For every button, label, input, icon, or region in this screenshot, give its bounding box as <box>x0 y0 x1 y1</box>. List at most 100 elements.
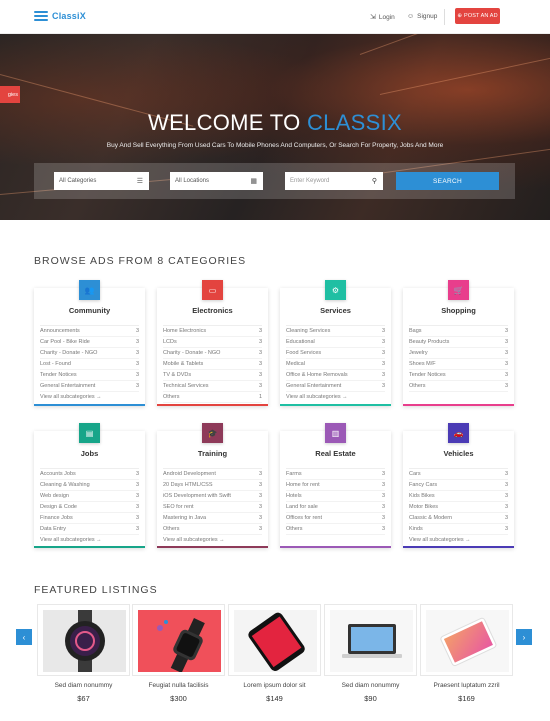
subcategory-item[interactable]: Cleaning & Washing 3 <box>40 480 139 491</box>
subcategory-item[interactable]: Kinds 3 <box>409 524 508 535</box>
featured-listing-card[interactable] <box>420 604 513 676</box>
subcategory-item[interactable]: Web design 3 <box>40 491 139 502</box>
subcategory-item[interactable]: Kids Bikes 3 <box>409 491 508 502</box>
category-card-real-estate[interactable]: ▥ Real Estate Farms 3 Home for rent 3 Hotels 3 L… <box>280 423 391 548</box>
subcategory-item[interactable]: Finance Jobs 3 <box>40 513 139 524</box>
listing-name[interactable]: Feugiat nulla facilisis <box>132 682 225 689</box>
subcategory-item[interactable]: Data Entry 3 <box>40 524 139 535</box>
prev-arrow-button[interactable]: ‹ <box>16 629 32 645</box>
subcategory-item[interactable]: Mastering in Java 3 <box>163 513 262 524</box>
subcategory-item[interactable]: General Entertainment 3 <box>40 381 139 392</box>
subcategory-item[interactable]: Technical Services 3 <box>163 381 262 392</box>
subcategory-item[interactable]: iOS Development with Swift 3 <box>163 491 262 502</box>
category-select[interactable]: All Categories ☰ <box>54 172 149 190</box>
subcategory-item[interactable]: Cars 3 <box>409 469 508 480</box>
category-card-electronics[interactable]: ▭ Electronics Home Electronics 3 LCDs 3 Charit… <box>157 280 268 406</box>
subcategory-item[interactable]: General Entertainment 3 <box>286 381 385 392</box>
subcategory-item[interactable]: Others 3 <box>286 524 385 535</box>
subcategory-item[interactable]: Home for rent 3 <box>286 480 385 491</box>
subcategory-item[interactable]: Android Development 3 <box>163 469 262 480</box>
plus-circle-icon: ⊕ <box>457 13 463 19</box>
category-card-shopping[interactable]: 🛒 Shopping Bags 3 Beauty Products 3 Jewelry 3 Sh… <box>403 280 514 406</box>
subcategory-item[interactable]: Cleaning Services 3 <box>286 326 385 337</box>
side-tab[interactable]: gies <box>0 86 20 103</box>
hero-subtitle: Buy And Sell Everything From Used Cars T… <box>106 142 444 149</box>
subcategory-item[interactable]: TV & DVDs 3 <box>163 370 262 381</box>
subcategory-item[interactable]: Accounts Jobs 3 <box>40 469 139 480</box>
subcategory-item[interactable]: Medical 3 <box>286 359 385 370</box>
subcategory-item[interactable]: Beauty Products 3 <box>409 337 508 348</box>
subcategory-label: Motor Bikes <box>409 504 439 510</box>
listing-name[interactable]: Sed diam nonummy <box>37 682 130 689</box>
listing-name[interactable]: Lorem ipsum dolor sit <box>228 682 321 689</box>
featured-listing-card[interactable] <box>228 604 321 676</box>
subcategory-item[interactable]: SEO for rent 3 <box>163 502 262 513</box>
category-card-services[interactable]: ⚙ Services Cleaning Services 3 Educational 3 F… <box>280 280 391 406</box>
featured-listing-card[interactable] <box>132 604 225 676</box>
subcategory-item[interactable]: Announcements 3 <box>40 326 139 337</box>
view-all-subcategories-link[interactable]: View all subcategories → <box>409 535 508 545</box>
keyword-input[interactable]: Enter Keyword ⚲ <box>285 172 383 190</box>
side-tab-label: gies <box>7 91 18 98</box>
view-all-subcategories-link[interactable]: View all subcategories → <box>40 392 139 402</box>
featured-listing-card[interactable] <box>37 604 130 676</box>
subcategory-item[interactable]: Others 3 <box>163 524 262 535</box>
category-card-training[interactable]: 🎓 Training Android Development 3 20 Days HTM… <box>157 423 268 548</box>
subcategory-count: 3 <box>381 328 385 334</box>
subcategory-item[interactable]: Charity - Donate - NGO 3 <box>40 348 139 359</box>
subcategory-item[interactable]: Educational 3 <box>286 337 385 348</box>
category-card-vehicles[interactable]: 🚗 Vehicles Cars 3 Fancy Cars 3 Kids Bikes 3 Moto… <box>403 423 514 548</box>
logo[interactable]: ClassiX <box>34 11 86 21</box>
category-card-jobs[interactable]: ▤ Jobs Accounts Jobs 3 Cleaning & Washing 3 We… <box>34 423 145 548</box>
subcategory-item[interactable]: Farms 3 <box>286 469 385 480</box>
subcategory-item[interactable]: Others 3 <box>409 381 508 392</box>
subcategory-item[interactable]: Lost - Found 3 <box>40 359 139 370</box>
subcategory-item[interactable]: Mobile & Tablets 3 <box>163 359 262 370</box>
subcategory-count: 3 <box>258 350 262 356</box>
subcategory-item[interactable]: Bags 3 <box>409 326 508 337</box>
subcategory-item[interactable]: 20 Days HTML/CSS 3 <box>163 480 262 491</box>
subcategory-item[interactable]: Fancy Cars 3 <box>409 480 508 491</box>
featured-listing-card[interactable] <box>324 604 417 676</box>
subcategory-item[interactable]: Land for sale 3 <box>286 502 385 513</box>
subcategory-count: 3 <box>258 383 262 389</box>
login-link[interactable]: ⇲ Login <box>370 13 395 22</box>
subcategory-count: 1 <box>258 394 262 400</box>
view-all-subcategories-link[interactable]: View all subcategories → <box>40 535 139 545</box>
search-button[interactable]: SEARCH <box>396 172 499 190</box>
subcategory-item[interactable]: Car Pool - Bike Ride 3 <box>40 337 139 348</box>
subcategory-item[interactable]: Others 1 <box>163 392 262 403</box>
listing-name[interactable]: Sed diam nonummy <box>324 682 417 689</box>
listing-name[interactable]: Praesent luptatum zzril <box>420 682 513 689</box>
subcategory-item[interactable]: Hotels 3 <box>286 491 385 502</box>
subcategory-count: 3 <box>381 471 385 477</box>
subcategory-item[interactable]: Jewelry 3 <box>409 348 508 359</box>
category-card-community[interactable]: 👥 Community Announcements 3 Car Pool - Bike … <box>34 280 145 406</box>
users-icon: 👥 <box>79 280 100 300</box>
next-arrow-button[interactable]: › <box>516 629 532 645</box>
signup-link[interactable]: ☺ Signup <box>407 13 437 20</box>
subcategory-item[interactable]: Offices for rent 3 <box>286 513 385 524</box>
subcategory-item[interactable]: Motor Bikes 3 <box>409 502 508 513</box>
subcategory-item[interactable]: Classic & Modern 3 <box>409 513 508 524</box>
subcategory-item[interactable]: LCDs 3 <box>163 337 262 348</box>
subcategory-item[interactable]: Office & Home Removals 3 <box>286 370 385 381</box>
location-select[interactable]: All Locations ▦ <box>170 172 263 190</box>
subcategory-item[interactable]: Shoes M/F 3 <box>409 359 508 370</box>
subcategory-item[interactable]: Tender Notices 3 <box>40 370 139 381</box>
car-icon: 🚗 <box>448 423 469 443</box>
subcategory-item[interactable]: Design & Code 3 <box>40 502 139 513</box>
subcategory-item[interactable]: Tender Notices 3 <box>409 370 508 381</box>
subcategory-item[interactable]: Charity - Donate - NGO 3 <box>163 348 262 359</box>
subcategory-item[interactable]: Home Electronics 3 <box>163 326 262 337</box>
view-all-subcategories-link[interactable]: View all subcategories → <box>286 392 385 402</box>
subcategory-label: iOS Development with Swift <box>163 493 231 499</box>
category-title: Shopping <box>441 306 476 315</box>
view-all-subcategories-link[interactable]: View all subcategories → <box>163 535 262 545</box>
subcategory-item[interactable]: Food Services 3 <box>286 348 385 359</box>
subcategory-label: Shoes M/F <box>409 361 436 367</box>
subcategory-label: Home for rent <box>286 482 320 488</box>
subcategory-label: Kids Bikes <box>409 493 435 499</box>
post-ad-button[interactable]: ⊕ POST AN AD <box>455 8 500 24</box>
listing-price: $300 <box>170 694 187 703</box>
